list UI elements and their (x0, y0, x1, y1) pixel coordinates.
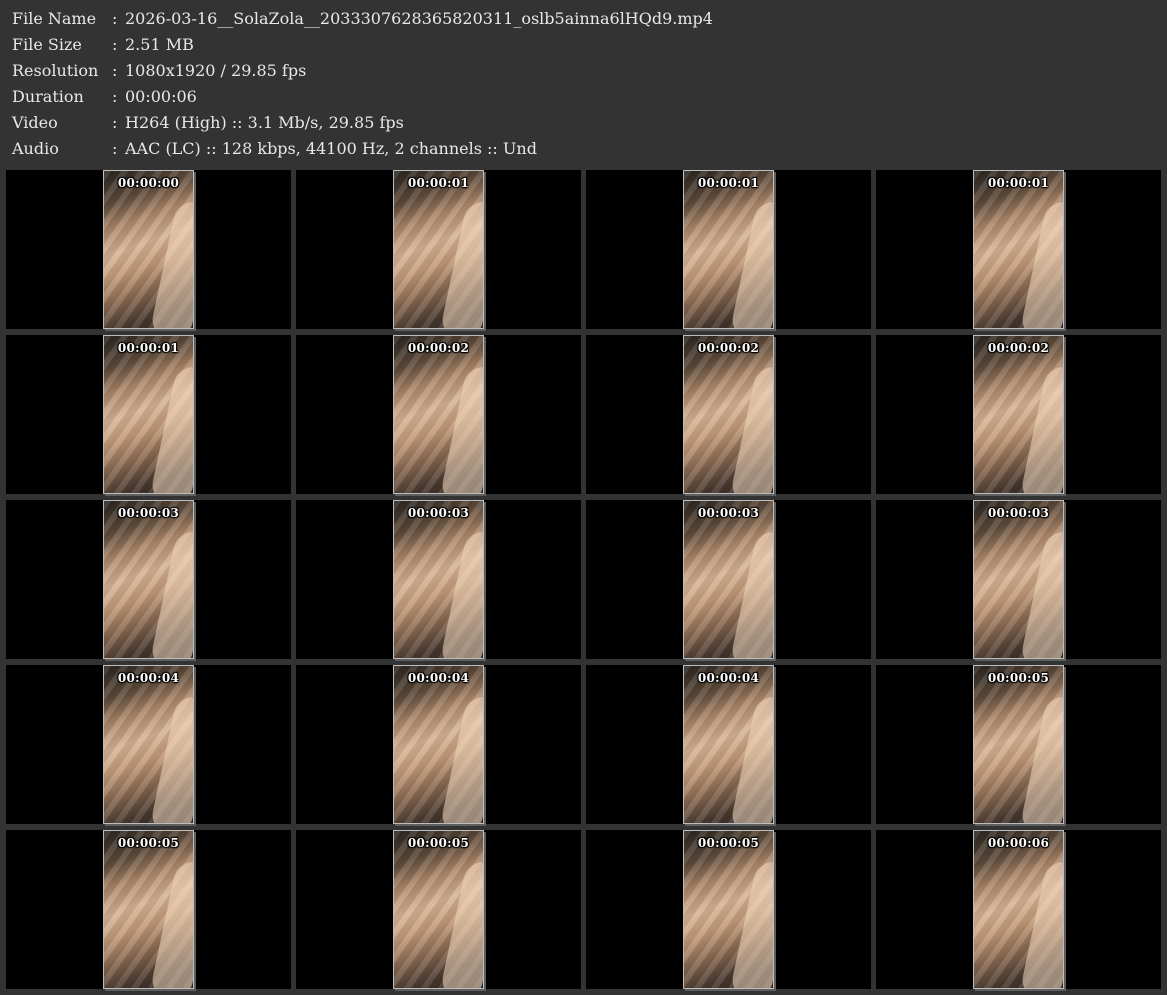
info-separator: : (112, 35, 118, 54)
info-separator: : (112, 61, 118, 80)
video-frame-thumbnail: 00:00:02 (683, 335, 774, 494)
thumbnail-cell: 00:00:05 (296, 830, 581, 989)
info-label: File Name (12, 9, 97, 28)
video-frame-thumbnail: 00:00:03 (973, 500, 1064, 659)
thumbnail-cell: 00:00:01 (296, 170, 581, 329)
thumbnail-cell: 00:00:02 (876, 335, 1161, 494)
video-frame-thumbnail: 00:00:03 (103, 500, 194, 659)
frame-timestamp: 00:00:05 (117, 836, 180, 850)
info-label: Audio (12, 139, 59, 158)
frame-timestamp: 00:00:01 (117, 341, 180, 355)
video-frame-thumbnail: 00:00:04 (103, 665, 194, 824)
info-label: File Size (12, 35, 82, 54)
video-frame-thumbnail: 00:00:05 (393, 830, 484, 989)
video-frame-thumbnail: 00:00:02 (393, 335, 484, 494)
thumbnail-cell: 00:00:01 (876, 170, 1161, 329)
frame-timestamp: 00:00:05 (987, 671, 1050, 685)
frame-timestamp: 00:00:02 (697, 341, 760, 355)
frame-timestamp: 00:00:03 (987, 506, 1050, 520)
info-separator: : (112, 9, 118, 28)
thumbnail-cell: 00:00:04 (296, 665, 581, 824)
thumbnail-cell: 00:00:02 (586, 335, 871, 494)
thumbnail-cell: 00:00:03 (296, 500, 581, 659)
video-frame-thumbnail: 00:00:06 (973, 830, 1064, 989)
info-label: Video (12, 113, 58, 132)
info-value: AAC (LC) :: 128 kbps, 44100 Hz, 2 channe… (125, 139, 537, 158)
thumbnail-cell: 00:00:02 (296, 335, 581, 494)
info-label: Resolution (12, 61, 99, 80)
info-separator: : (112, 139, 118, 158)
video-frame-thumbnail: 00:00:03 (393, 500, 484, 659)
thumbnail-cell: 00:00:03 (586, 500, 871, 659)
video-frame-thumbnail: 00:00:00 (103, 170, 194, 329)
info-value: 00:00:06 (125, 87, 197, 106)
info-separator: : (112, 87, 118, 106)
frame-timestamp: 00:00:03 (407, 506, 470, 520)
video-frame-thumbnail: 00:00:01 (973, 170, 1064, 329)
thumbnail-grid: 00:00:00 00:00:01 00:00:01 00:00:01 00:00:01… (6, 170, 1162, 990)
info-value: H264 (High) :: 3.1 Mb/s, 29.85 fps (125, 113, 404, 132)
video-frame-thumbnail: 00:00:02 (973, 335, 1064, 494)
thumbnail-cell: 00:00:01 (586, 170, 871, 329)
thumbnail-cell: 00:00:05 (586, 830, 871, 989)
frame-timestamp: 00:00:05 (407, 836, 470, 850)
thumbnail-cell: 00:00:05 (6, 830, 291, 989)
info-row-resolution: Resolution:1080x1920 / 29.85 fps (12, 58, 1152, 84)
thumbnail-cell: 00:00:00 (6, 170, 291, 329)
frame-timestamp: 00:00:01 (407, 176, 470, 190)
frame-timestamp: 00:00:01 (697, 176, 760, 190)
frame-timestamp: 00:00:01 (987, 176, 1050, 190)
frame-timestamp: 00:00:02 (987, 341, 1050, 355)
info-row-file-name: File Name:2026-03-16__SolaZola__20333076… (12, 6, 1152, 32)
video-frame-thumbnail: 00:00:04 (683, 665, 774, 824)
info-value: 2026-03-16__SolaZola__203330762836582031… (125, 9, 713, 28)
thumbnail-cell: 00:00:03 (6, 500, 291, 659)
video-frame-thumbnail: 00:00:04 (393, 665, 484, 824)
info-separator: : (112, 113, 118, 132)
thumbnail-cell: 00:00:05 (876, 665, 1161, 824)
info-label: Duration (12, 87, 84, 106)
thumbnail-cell: 00:00:01 (6, 335, 291, 494)
video-frame-thumbnail: 00:00:01 (103, 335, 194, 494)
info-row-duration: Duration:00:00:06 (12, 84, 1152, 110)
media-info-panel: File Name:2026-03-16__SolaZola__20333076… (12, 6, 1152, 162)
frame-timestamp: 00:00:00 (117, 176, 180, 190)
frame-timestamp: 00:00:05 (697, 836, 760, 850)
video-frame-thumbnail: 00:00:01 (393, 170, 484, 329)
frame-timestamp: 00:00:06 (987, 836, 1050, 850)
thumbnail-cell: 00:00:06 (876, 830, 1161, 989)
thumbnail-cell: 00:00:03 (876, 500, 1161, 659)
frame-timestamp: 00:00:04 (697, 671, 760, 685)
video-frame-thumbnail: 00:00:03 (683, 500, 774, 659)
info-row-audio: Audio: AAC (LC) :: 128 kbps, 44100 Hz, 2 … (12, 136, 1152, 162)
info-row-file-size: File Size:2.51 MB (12, 32, 1152, 58)
video-frame-thumbnail: 00:00:01 (683, 170, 774, 329)
frame-timestamp: 00:00:02 (407, 341, 470, 355)
frame-timestamp: 00:00:03 (117, 506, 180, 520)
video-frame-thumbnail: 00:00:05 (683, 830, 774, 989)
video-frame-thumbnail: 00:00:05 (103, 830, 194, 989)
video-frame-thumbnail: 00:00:05 (973, 665, 1064, 824)
frame-timestamp: 00:00:04 (407, 671, 470, 685)
thumbnail-cell: 00:00:04 (586, 665, 871, 824)
frame-timestamp: 00:00:04 (117, 671, 180, 685)
thumbnail-cell: 00:00:04 (6, 665, 291, 824)
info-value: 2.51 MB (125, 35, 194, 54)
info-value: 1080x1920 / 29.85 fps (125, 61, 307, 80)
info-row-video: Video: H264 (High) :: 3.1 Mb/s, 29.85 fps (12, 110, 1152, 136)
frame-timestamp: 00:00:03 (697, 506, 760, 520)
